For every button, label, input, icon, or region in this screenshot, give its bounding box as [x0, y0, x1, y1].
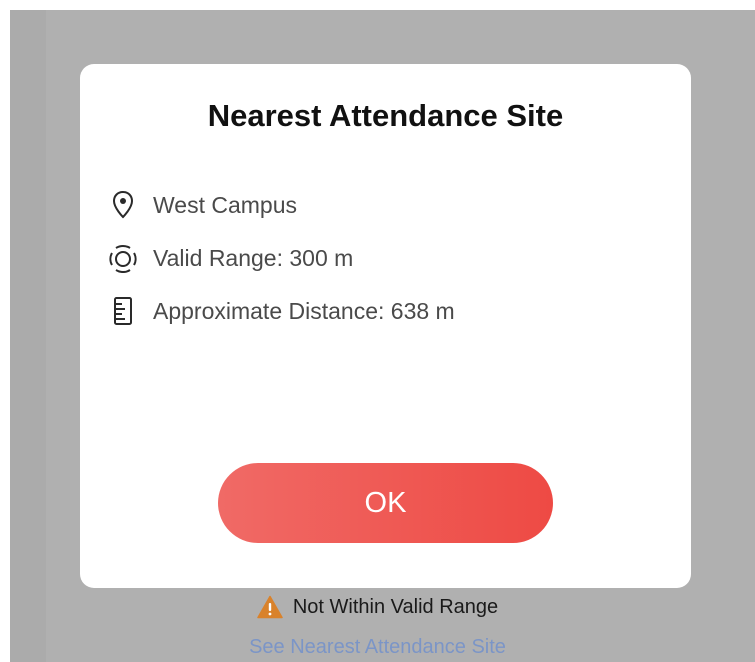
range-signal-icon — [106, 241, 140, 275]
location-pin-icon — [106, 188, 140, 222]
see-nearest-site-link[interactable]: See Nearest Attendance Site — [0, 636, 755, 659]
valid-range-row: Valid Range: 300 m — [106, 241, 353, 275]
valid-range-text: Valid Range: 300 m — [153, 244, 354, 271]
screen: Nearest Attendance Site West Campus Vali… — [0, 0, 755, 662]
site-name-row: West Campus — [106, 188, 297, 222]
site-name-text: West Campus — [153, 191, 298, 218]
range-status: Not Within Valid Range — [0, 594, 755, 620]
distance-text: Approximate Distance: 638 m — [153, 297, 455, 324]
warning-icon — [257, 595, 283, 619]
ruler-icon — [106, 294, 140, 328]
status-text: Not Within Valid Range — [292, 595, 499, 618]
ok-button[interactable]: OK — [218, 463, 553, 543]
dialog-title: Nearest Attendance Site — [207, 98, 564, 133]
distance-row: Approximate Distance: 638 m — [106, 294, 455, 328]
